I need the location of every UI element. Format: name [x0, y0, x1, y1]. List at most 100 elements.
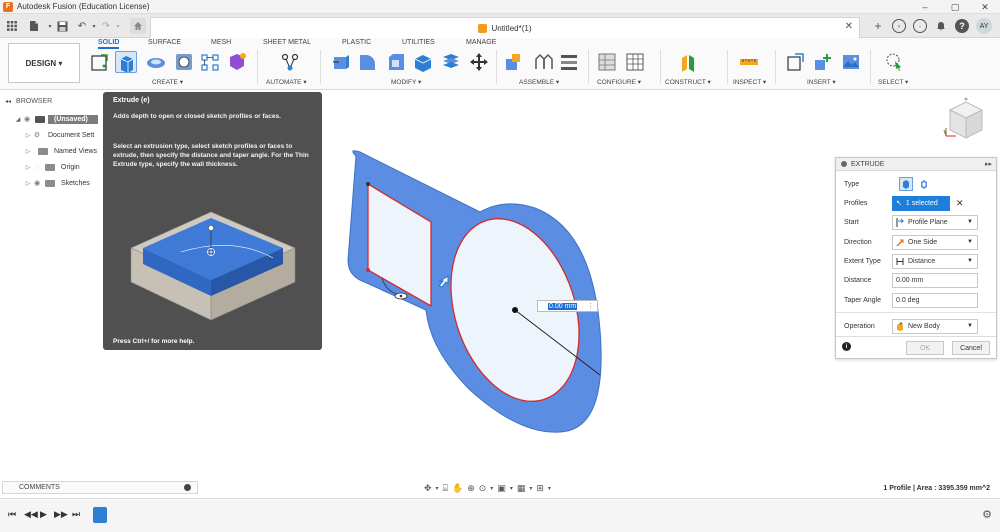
collapse-triangle-icon[interactable]: ◢: [14, 116, 22, 123]
shell-icon[interactable]: [412, 51, 434, 73]
move-copy-icon[interactable]: [468, 51, 490, 73]
construct-plane-icon[interactable]: [678, 51, 700, 73]
taper-angle-input[interactable]: 0.0 deg: [892, 292, 978, 308]
expand-dialog-icon[interactable]: ▸▸: [985, 160, 992, 168]
clear-selection-icon[interactable]: ✕: [956, 198, 964, 209]
viewcube[interactable]: [940, 96, 992, 148]
info-icon[interactable]: i: [842, 342, 851, 351]
tab-sheet-metal[interactable]: SHEET METAL: [263, 39, 311, 46]
construct-group-label[interactable]: CONSTRUCT ▾: [665, 78, 711, 86]
direction-select[interactable]: One Side ▼: [892, 234, 978, 250]
dropdown-caret-icon[interactable]: ▾: [436, 485, 439, 492]
app-grid-icon[interactable]: [4, 18, 20, 34]
press-pull-icon[interactable]: [330, 51, 352, 73]
expand-triangle-icon[interactable]: ▷: [24, 132, 32, 139]
measure-icon[interactable]: [738, 51, 760, 73]
step-back-icon[interactable]: ◀◀: [24, 509, 38, 520]
pan-icon[interactable]: ✋: [452, 483, 463, 494]
visibility-eye-icon[interactable]: ◉: [22, 115, 32, 123]
collapse-browser-icon[interactable]: ◂◂: [5, 98, 11, 105]
tab-surface[interactable]: SURFACE: [148, 39, 181, 46]
minimize-button[interactable]: –: [910, 0, 940, 14]
cancel-button[interactable]: Cancel: [952, 341, 990, 355]
dropdown-caret-icon[interactable]: ▾: [510, 485, 513, 492]
play-icon[interactable]: ▶: [40, 509, 47, 520]
extrude-icon[interactable]: [115, 51, 137, 73]
browser-item-sketches[interactable]: ▷ ◉ Sketches: [24, 176, 90, 190]
select-group-label[interactable]: SELECT ▾: [878, 78, 908, 86]
browser-root[interactable]: ◢ ◉ (Unsaved): [14, 112, 98, 126]
help-icon[interactable]: ?: [955, 19, 969, 33]
redo-dropdown-icon[interactable]: ▾: [110, 18, 126, 34]
select-icon[interactable]: [883, 51, 905, 73]
joint-icon[interactable]: [532, 51, 554, 73]
browser-item-origin[interactable]: ▷ ◌ Origin: [24, 160, 80, 174]
maximize-button[interactable]: ▢: [940, 0, 970, 14]
browser-item-named-views[interactable]: ▷ Named Views: [24, 144, 97, 158]
form-icon[interactable]: [226, 51, 248, 73]
insert-group-label[interactable]: INSERT ▾: [807, 78, 836, 86]
save-icon[interactable]: [54, 18, 70, 34]
input-options-icon[interactable]: ⋮: [587, 302, 594, 310]
timeline-sketch-feature[interactable]: [93, 507, 107, 523]
user-avatar[interactable]: AY: [976, 18, 992, 34]
look-at-icon[interactable]: ⌸: [443, 483, 448, 494]
grid-settings-icon[interactable]: ▦: [517, 483, 526, 494]
extent-type-select[interactable]: Distance ▼: [892, 253, 978, 269]
inspect-group-label[interactable]: INSPECT ▾: [733, 78, 766, 86]
create-sketch-icon[interactable]: [89, 51, 111, 73]
automate-icon[interactable]: [279, 51, 301, 73]
tab-mesh[interactable]: MESH: [211, 39, 231, 46]
chamfer-icon[interactable]: [385, 51, 407, 73]
insert-derive-icon[interactable]: [785, 51, 807, 73]
solid-extrude-type-icon[interactable]: [899, 177, 913, 191]
split-body-icon[interactable]: [440, 51, 462, 73]
expand-triangle-icon[interactable]: ▷: [24, 148, 32, 155]
expand-triangle-icon[interactable]: ▷: [24, 180, 32, 187]
configure-icon[interactable]: [596, 51, 618, 73]
thin-extrude-type-icon[interactable]: [917, 177, 931, 191]
new-tab-icon[interactable]: +: [871, 19, 885, 33]
insert-mcmaster-icon[interactable]: [812, 51, 834, 73]
tab-plastic[interactable]: PLASTIC: [342, 39, 371, 46]
close-tab-icon[interactable]: ✕: [845, 21, 853, 32]
zoom-icon[interactable]: ⊕: [467, 483, 475, 494]
distance-input[interactable]: 0.00 mm: [892, 272, 978, 288]
operation-select[interactable]: New Body ▼: [892, 318, 978, 334]
expand-triangle-icon[interactable]: ▷: [24, 164, 32, 171]
viewports-icon[interactable]: ⊞: [536, 483, 544, 494]
as-built-joint-icon[interactable]: [558, 51, 580, 73]
extensions-icon[interactable]: ◦: [892, 19, 906, 33]
automate-group-label[interactable]: AUTOMATE ▾: [266, 78, 307, 86]
document-tab[interactable]: Untitled*(1) ✕: [150, 17, 860, 38]
model-canvas[interactable]: [330, 140, 620, 440]
file-menu-icon[interactable]: [26, 18, 42, 34]
modify-group-label[interactable]: MODIFY ▾: [391, 78, 421, 86]
hidden-eye-icon[interactable]: ◌: [32, 164, 42, 171]
assemble-group-label[interactable]: ASSEMBLE ▾: [519, 78, 559, 86]
go-to-end-icon[interactable]: ⏭: [72, 509, 80, 520]
timeline-settings-gear-icon[interactable]: ⚙: [982, 508, 992, 521]
configuration-table-icon[interactable]: [624, 51, 646, 73]
configure-group-label[interactable]: CONFIGURE ▾: [597, 78, 641, 86]
home-icon[interactable]: [130, 18, 146, 34]
add-comment-icon[interactable]: [184, 484, 191, 491]
hole-icon[interactable]: [173, 51, 195, 73]
visibility-eye-icon[interactable]: ◉: [32, 179, 42, 187]
pattern-icon[interactable]: [199, 51, 221, 73]
create-group-label[interactable]: CREATE ▾: [152, 78, 183, 86]
revolve-icon[interactable]: [145, 51, 167, 73]
fillet-icon[interactable]: [356, 51, 378, 73]
insert-canvas-icon[interactable]: [840, 51, 862, 73]
tab-manage[interactable]: MANAGE: [466, 39, 496, 46]
step-forward-icon[interactable]: ▶▶: [54, 509, 68, 520]
new-component-icon[interactable]: [503, 51, 525, 73]
dropdown-caret-icon[interactable]: ▾: [529, 485, 532, 492]
dropdown-caret-icon[interactable]: ▾: [490, 485, 493, 492]
close-window-button[interactable]: ✕: [970, 0, 1000, 14]
ok-button[interactable]: OK: [906, 341, 944, 355]
browser-item-document-settings[interactable]: ▷ ⚙ Document Sett: [24, 128, 95, 142]
tab-utilities[interactable]: UTILITIES: [402, 39, 435, 46]
dropdown-caret-icon[interactable]: ▾: [548, 485, 551, 492]
display-settings-icon[interactable]: ▣: [497, 483, 506, 494]
